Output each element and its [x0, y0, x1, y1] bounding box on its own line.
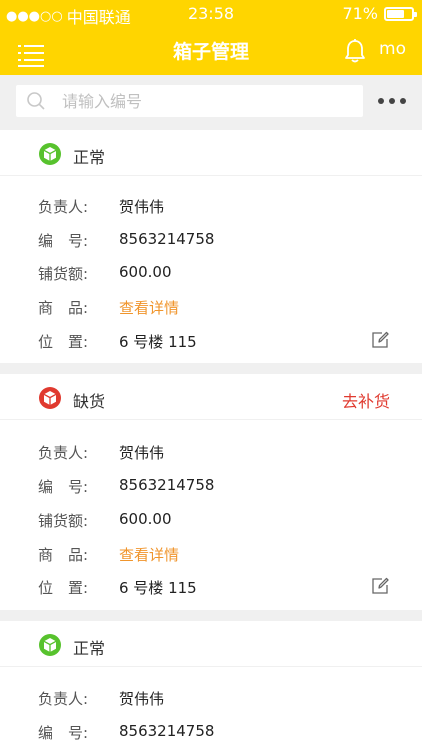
card-header: 缺货 去补货: [0, 374, 422, 420]
owner-label: 负责人:: [38, 444, 89, 462]
status-label: 缺货: [73, 392, 106, 411]
box-ok-icon: [39, 634, 61, 656]
number-value: 8563214758: [119, 476, 215, 494]
goods-label: 商 品:: [38, 299, 89, 317]
goods-row: 商 品: 查看详情: [0, 291, 422, 321]
location-label: 位 置:: [38, 579, 89, 597]
number-row: 编 号: 8563214758: [0, 716, 422, 746]
search-bar: [0, 75, 422, 127]
number-value: 8563214758: [119, 722, 215, 740]
number-label: 编 号:: [38, 724, 89, 742]
number-label: 编 号:: [38, 478, 89, 496]
number-row: 编 号: 8563214758: [0, 224, 422, 254]
restock-link[interactable]: 去补货: [342, 388, 390, 412]
amount-value: 600.00: [119, 510, 172, 528]
view-details-link[interactable]: 查看详情: [119, 544, 179, 565]
box-ok-icon: [39, 143, 61, 165]
search-box[interactable]: [16, 85, 363, 117]
box-card[interactable]: 缺货 去补货 负责人: 贺伟伟 编 号: 8563214758 铺货额: 600…: [0, 374, 422, 610]
user-name[interactable]: mo: [379, 39, 406, 59]
goods-label: 商 品:: [38, 546, 89, 564]
amount-row: 铺货额: 600.00: [0, 504, 422, 534]
status-label: 正常: [73, 639, 106, 658]
number-value: 8563214758: [119, 230, 215, 248]
number-row: 编 号: 8563214758: [0, 470, 422, 500]
status-label: 正常: [73, 148, 106, 167]
battery-percent: 71%: [342, 4, 378, 23]
box-card[interactable]: 正常 负责人: 贺伟伟 编 号: 8563214758 铺货额: 600.00 …: [0, 130, 422, 363]
amount-label: 铺货额:: [38, 265, 89, 283]
location-value: 6 号楼 115: [119, 579, 197, 597]
owner-row: 负责人: 贺伟伟: [0, 190, 422, 220]
box-alert-icon: [39, 387, 61, 409]
location-value: 6 号楼 115: [119, 333, 197, 351]
bell-icon[interactable]: [343, 38, 367, 64]
location-row: 位 置: 6 号楼 115: [0, 571, 422, 601]
edit-icon[interactable]: [371, 331, 389, 349]
owner-row: 负责人: 贺伟伟: [0, 682, 422, 712]
owner-value: 贺伟伟: [119, 444, 165, 462]
location-label: 位 置:: [38, 333, 89, 351]
search-input[interactable]: [62, 85, 352, 117]
number-label: 编 号:: [38, 232, 89, 250]
location-row: 位 置: 6 号楼 115: [0, 325, 422, 355]
search-icon: [27, 92, 45, 110]
view-details-link[interactable]: 查看详情: [119, 297, 179, 318]
edit-icon[interactable]: [371, 577, 389, 595]
owner-value: 贺伟伟: [119, 198, 165, 216]
card-header: 正常: [0, 130, 422, 176]
status-bar: ●●●○○ 中国联通 23:58 71%: [0, 0, 422, 28]
more-options-icon[interactable]: [378, 91, 406, 111]
app-header: ●●●○○ 中国联通 23:58 71% 箱子管理 mo: [0, 0, 422, 75]
goods-row: 商 品: 查看详情: [0, 538, 422, 568]
amount-label: 铺货额:: [38, 512, 89, 530]
amount-value: 600.00: [119, 263, 172, 281]
owner-row: 负责人: 贺伟伟: [0, 436, 422, 466]
owner-label: 负责人:: [38, 198, 89, 216]
amount-row: 铺货额: 600.00: [0, 257, 422, 287]
owner-value: 贺伟伟: [119, 690, 165, 708]
box-card[interactable]: 正常 负责人: 贺伟伟 编 号: 8563214758: [0, 621, 422, 750]
card-header: 正常: [0, 621, 422, 667]
owner-label: 负责人:: [38, 690, 89, 708]
battery-icon: [384, 6, 417, 21]
